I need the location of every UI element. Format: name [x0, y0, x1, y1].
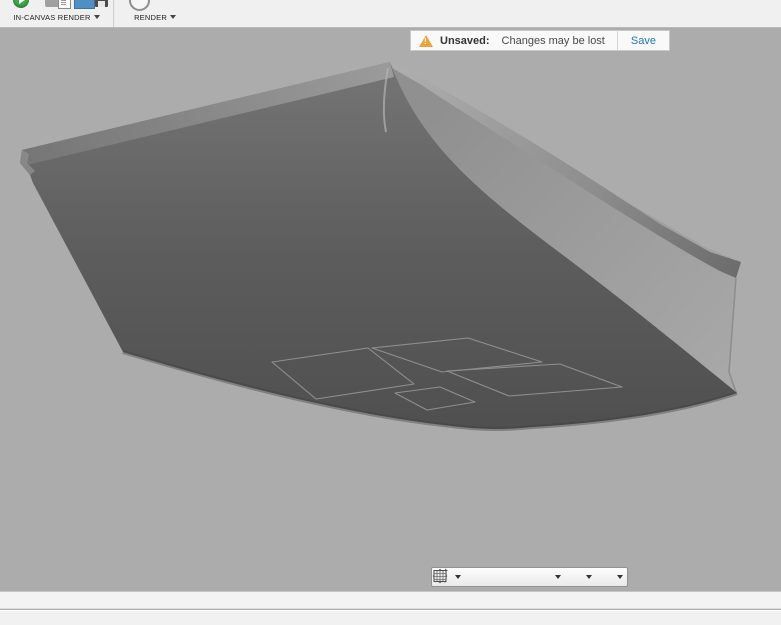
chevron-down-icon	[455, 575, 461, 579]
render-canvas	[20, 62, 741, 431]
save-image-icon[interactable]	[95, 0, 108, 7]
grid-and-snaps-dropdown[interactable]	[616, 568, 624, 586]
in-canvas-render-play-icon[interactable]	[13, 0, 29, 8]
in-canvas-render-label: IN-CANVAS RENDER	[13, 13, 91, 22]
zoom-button[interactable]	[434, 568, 531, 586]
in-canvas-render-group: IN-CANVAS RENDER	[0, 0, 113, 27]
footer-bar-lower	[0, 610, 781, 625]
orbit-dropdown[interactable]	[454, 568, 462, 586]
footer-bar-upper	[0, 591, 781, 609]
render-label: RENDER	[134, 13, 167, 22]
display-settings-button[interactable]	[433, 568, 585, 586]
unsaved-warning-bar: Unsaved: Changes may be lost Save	[410, 30, 670, 51]
look-at-button[interactable]	[433, 568, 485, 586]
chevron-down-icon	[93, 15, 100, 19]
render-group: RENDER	[114, 0, 196, 27]
navigation-bar	[431, 567, 628, 587]
in-canvas-render-dropdown[interactable]: IN-CANVAS RENDER	[0, 13, 113, 22]
render-teapot-icon[interactable]	[129, 0, 150, 11]
capture-image-icon[interactable]	[74, 0, 95, 9]
grid-and-snaps-button[interactable]	[433, 568, 616, 586]
render-settings-badge-icon	[58, 0, 71, 9]
save-button[interactable]: Save	[618, 35, 669, 47]
fit-dropdown[interactable]	[554, 568, 562, 586]
top-toolbar: IN-CANVAS RENDER RENDER	[0, 0, 781, 28]
chevron-down-icon	[617, 575, 623, 579]
fusion-render-workspace: IN-CANVAS RENDER RENDER ! Unsaved: Chang…	[0, 0, 781, 625]
pan-button[interactable]	[435, 568, 508, 586]
fit-button[interactable]	[434, 568, 554, 586]
viewport-3d[interactable]: Unsaved: Changes may be lost Save	[0, 28, 781, 591]
display-settings-dropdown[interactable]	[585, 568, 593, 586]
chevron-down-icon	[555, 575, 561, 579]
warning-message: Changes may be lost	[501, 34, 605, 47]
render-model[interactable]	[20, 62, 741, 431]
warning-triangle-icon	[419, 34, 433, 47]
render-settings-icon[interactable]	[45, 0, 59, 7]
grid-and-snaps-icon	[433, 570, 447, 582]
warning-title: Unsaved:	[440, 34, 490, 47]
chevron-down-icon	[169, 15, 176, 19]
render-dropdown[interactable]: RENDER	[114, 13, 196, 22]
chevron-down-icon	[586, 575, 592, 579]
